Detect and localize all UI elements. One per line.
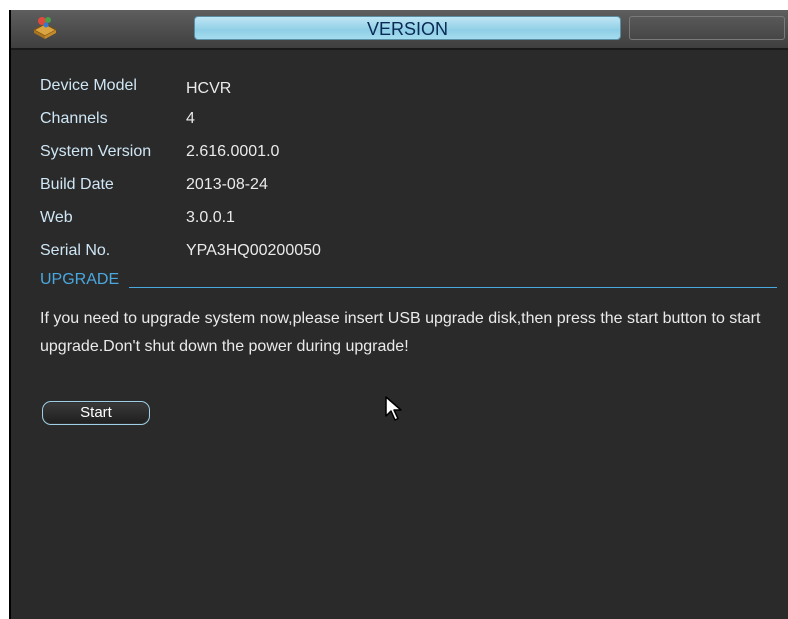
device-model-label: Device Model [40, 77, 137, 94]
serial-no-label: Serial No. [40, 242, 111, 259]
start-button[interactable]: Start [42, 401, 150, 425]
upgrade-divider [129, 287, 777, 288]
window-title: VERSION [194, 16, 621, 40]
serial-no-value: YPA3HQ00200050 [186, 242, 321, 259]
channels-label: Channels [40, 110, 108, 127]
title-bar: VERSION [11, 10, 788, 50]
system-version-value: 2.616.0001.0 [186, 143, 280, 160]
version-window: VERSION Device Model HCVR Channels 4 Sys… [9, 10, 788, 619]
device-model-value: HCVR [186, 80, 232, 97]
app-icon [31, 14, 59, 40]
web-value: 3.0.0.1 [186, 209, 235, 226]
upgrade-notice: If you need to upgrade system now,please… [40, 310, 761, 355]
top-strip [0, 0, 788, 10]
title-bar-right-frame [629, 16, 785, 40]
web-label: Web [40, 209, 73, 226]
upgrade-section-title: UPGRADE [40, 271, 120, 288]
system-version-label: System Version [40, 143, 152, 160]
build-date-value: 2013-08-24 [186, 176, 268, 193]
mouse-cursor-icon [384, 395, 406, 423]
channels-value: 4 [186, 110, 195, 127]
build-date-label: Build Date [40, 176, 114, 193]
